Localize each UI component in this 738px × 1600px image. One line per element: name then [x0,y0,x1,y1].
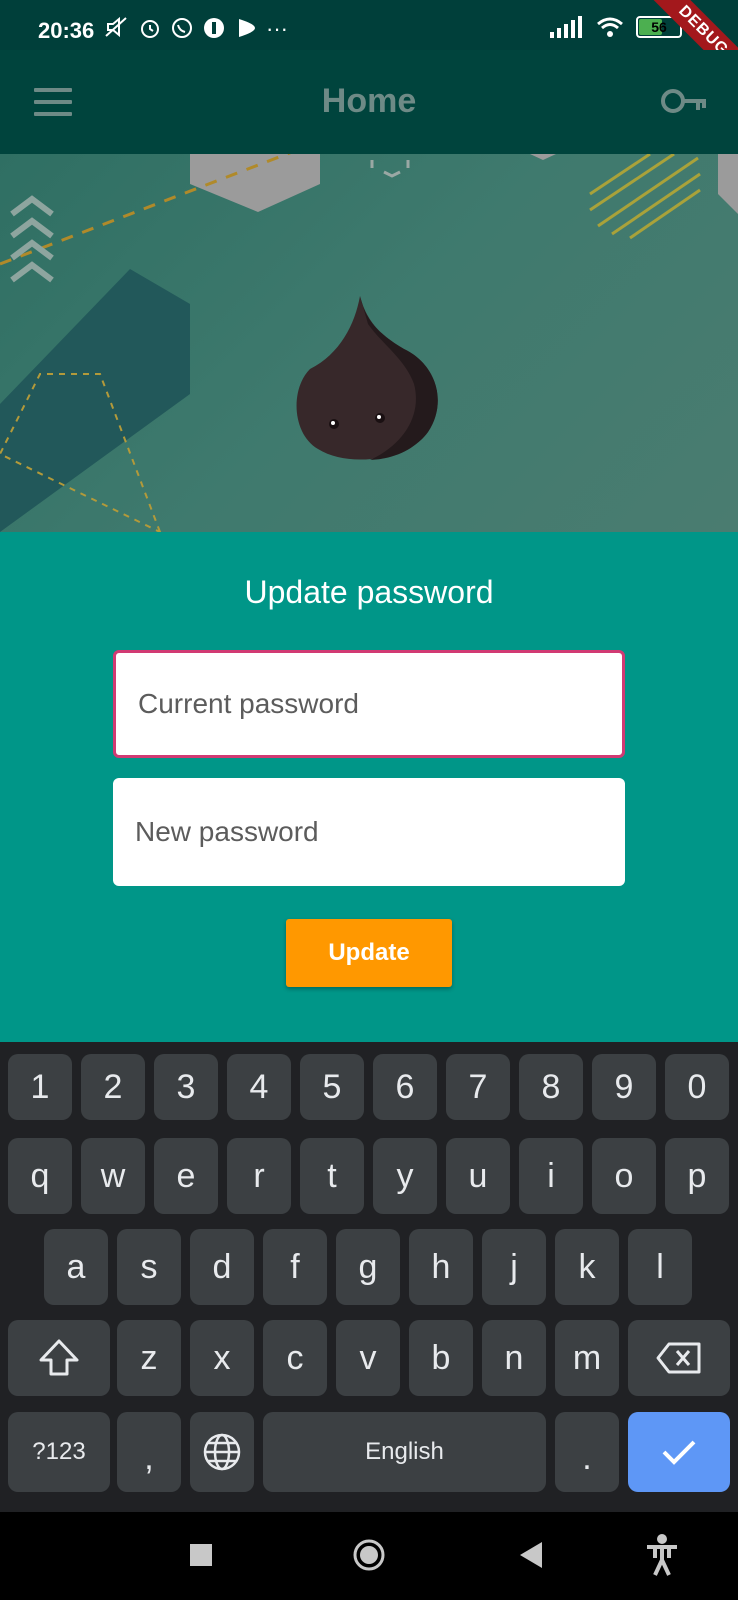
key-6[interactable]: 6 [373,1054,437,1120]
current-password-field[interactable]: Current password [113,650,625,758]
mute-icon [105,16,127,38]
current-password-placeholder: Current password [138,688,359,719]
key-3[interactable]: 3 [154,1054,218,1120]
space-key[interactable]: English [263,1412,546,1492]
on-screen-keyboard: 1 2 3 4 5 6 7 8 9 0 q w e r t y u i o p … [0,1042,738,1512]
new-password-field[interactable]: New password [113,778,625,886]
status-notification-icons: ··· [104,16,288,42]
new-password-placeholder: New password [135,816,319,847]
system-navigation-bar [0,1512,738,1600]
key-0[interactable]: 0 [665,1054,729,1120]
enter-key[interactable] [628,1412,730,1492]
key-d[interactable]: d [190,1229,254,1305]
app-bar: Home [0,50,738,154]
key-w[interactable]: w [81,1138,145,1214]
key-8[interactable]: 8 [519,1054,583,1120]
status-time: 20:36 [38,18,95,43]
update-button[interactable]: Update [286,919,452,987]
update-password-panel: Update password Current password New pas… [0,532,738,1042]
key-g[interactable]: g [336,1229,400,1305]
page-title: Home [321,82,417,120]
key-a[interactable]: a [44,1229,108,1305]
form-title: Update password [244,574,494,610]
key-c[interactable]: c [263,1320,327,1396]
shift-key[interactable] [8,1320,110,1396]
period-key[interactable]: . [555,1412,619,1492]
key-s[interactable]: s [117,1229,181,1305]
key-u[interactable]: u [446,1138,510,1214]
comma-key[interactable]: , [117,1412,181,1492]
accessibility-icon[interactable] [645,1534,679,1576]
key-v[interactable]: v [336,1320,400,1396]
status-right-icons: 56 [550,16,682,38]
more-dots-icon: ··· [266,16,288,41]
key-o[interactable]: o [592,1138,656,1214]
key-x[interactable]: x [190,1320,254,1396]
globe-icon [203,1433,241,1471]
signal-icon [550,16,582,38]
checkmark-icon [662,1440,696,1465]
language-key[interactable] [190,1412,254,1492]
key-7[interactable]: 7 [446,1054,510,1120]
key-h[interactable]: h [409,1229,473,1305]
key-4[interactable]: 4 [227,1054,291,1120]
whatsapp-icon [172,18,192,38]
key-9[interactable]: 9 [592,1054,656,1120]
hero-illustration [0,154,738,532]
key-1[interactable]: 1 [8,1054,72,1120]
key-z[interactable]: z [117,1320,181,1396]
home-icon[interactable] [352,1538,386,1572]
key-f[interactable]: f [263,1229,327,1305]
shift-icon [39,1339,79,1376]
wifi-icon [597,17,623,37]
backspace-key[interactable] [628,1320,730,1396]
key-e[interactable]: e [154,1138,218,1214]
back-icon[interactable] [520,1542,544,1568]
key-m[interactable]: m [555,1320,619,1396]
alarm-icon [141,20,159,38]
app-icon [204,18,224,38]
play-icon [239,19,255,37]
key-k[interactable]: k [555,1229,619,1305]
key-q[interactable]: q [8,1138,72,1214]
symbols-key[interactable]: ?123 [8,1412,110,1492]
key-n[interactable]: n [482,1320,546,1396]
backspace-icon [656,1342,701,1374]
key-b[interactable]: b [409,1320,473,1396]
recents-icon[interactable] [190,1544,212,1566]
key-t[interactable]: t [300,1138,364,1214]
key-p[interactable]: p [665,1138,729,1214]
key-r[interactable]: r [227,1138,291,1214]
key-5[interactable]: 5 [300,1054,364,1120]
key-y[interactable]: y [373,1138,437,1214]
hero-graphic [0,154,738,532]
key-l[interactable]: l [628,1229,692,1305]
key-icon[interactable] [660,86,708,116]
key-i[interactable]: i [519,1138,583,1214]
key-j[interactable]: j [482,1229,546,1305]
status-bar: 20:36 ··· 56 [0,0,738,50]
key-2[interactable]: 2 [81,1054,145,1120]
